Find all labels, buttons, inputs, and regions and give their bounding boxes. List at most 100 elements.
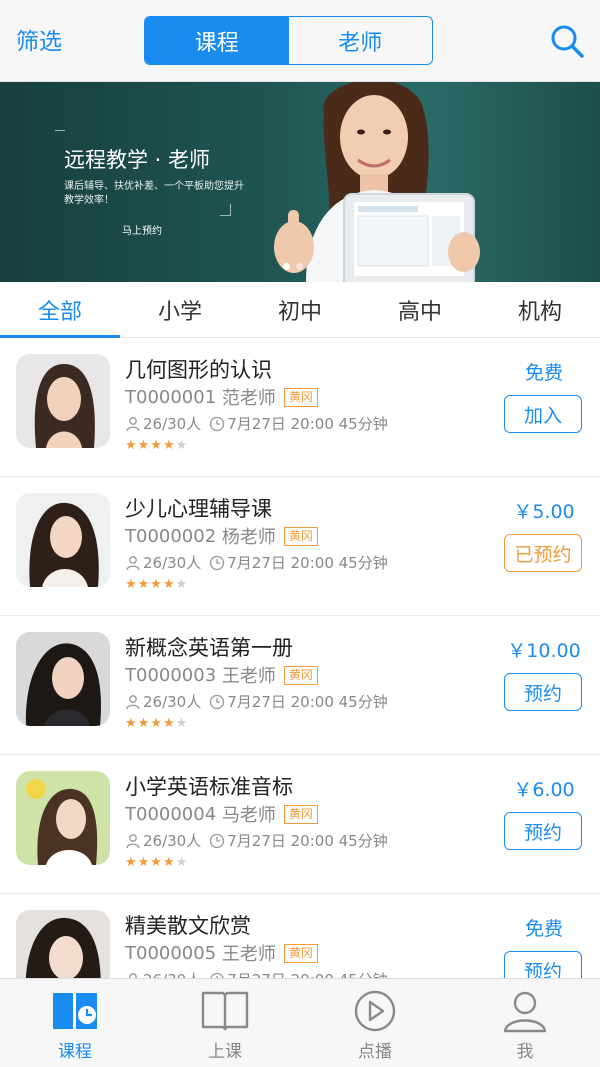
clock-icon <box>210 694 225 709</box>
list-item[interactable]: 少儿心理辅导课 T0000002 杨老师 黄冈 26/30人 7月27日 20:… <box>0 477 600 616</box>
course-code-line: T0000001 范老师 黄冈 <box>125 384 318 410</box>
course-meta: 26/30人 7月27日 20:00 45分钟 <box>125 413 388 434</box>
nav-vod[interactable]: 点播 <box>300 979 450 1067</box>
star-icon: ★ <box>175 716 189 731</box>
course-meta: 26/30人 7月27日 20:00 45分钟 <box>125 969 388 978</box>
star-icon: ★★★★ <box>125 438 176 453</box>
region-badge: 黄冈 <box>283 526 318 546</box>
course-code-line: T0000003 王老师 黄冈 <box>125 662 318 688</box>
user-icon <box>503 991 547 1033</box>
nav-me-label: 我 <box>516 1042 534 1062</box>
course-title: 小学英语标准音标 <box>125 775 293 799</box>
schedule: 7月27日 20:00 45分钟 <box>227 969 387 978</box>
course-meta: 26/30人 7月27日 20:00 45分钟 <box>125 552 388 573</box>
nav-class[interactable]: 上课 <box>150 979 300 1067</box>
bottom-tab-bar: 课程 上课 点播 我 <box>0 978 600 1067</box>
enrolled-count: 26/30人 <box>143 554 202 572</box>
course-code-line: T0000002 杨老师 黄冈 <box>125 523 318 549</box>
nav-course[interactable]: 课程 <box>0 979 150 1067</box>
person-icon <box>126 416 140 431</box>
star-icon: ★★★★ <box>125 577 176 592</box>
teacher-avatar <box>16 771 110 865</box>
tab-senior[interactable]: 高中 <box>360 282 480 337</box>
course-code: T0000005 <box>125 942 217 964</box>
play-circle-icon <box>354 990 396 1032</box>
region-badge: 黄冈 <box>283 804 318 824</box>
teacher-name: 王老师 <box>221 666 276 687</box>
course-price: 免费 <box>524 362 563 384</box>
rating-stars: ★★★★★ <box>125 716 188 731</box>
star-icon: ★★★★ <box>125 716 176 731</box>
star-icon: ★ <box>175 438 189 453</box>
tab-institution[interactable]: 机构 <box>480 282 600 337</box>
course-meta: 26/30人 7月27日 20:00 45分钟 <box>125 830 388 851</box>
list-item[interactable]: 几何图形的认识 T0000001 范老师 黄冈 26/30人 7月27日 20:… <box>0 338 600 477</box>
course-calendar-icon <box>53 993 97 1029</box>
course-code: T0000003 <box>125 664 217 686</box>
list-item[interactable]: 新概念英语第一册 T0000003 王老师 黄冈 26/30人 7月27日 20… <box>0 616 600 755</box>
banner-cta[interactable]: 马上预约 <box>122 222 162 237</box>
filter-button[interactable]: 筛选 <box>16 22 62 56</box>
book-button[interactable]: 预约 <box>504 951 582 978</box>
tab-junior[interactable]: 初中 <box>240 282 360 337</box>
banner-frame-corner <box>55 130 65 131</box>
course-title: 新概念英语第一册 <box>125 636 293 660</box>
star-icon: ★ <box>175 855 189 870</box>
clock-icon <box>210 555 225 570</box>
enrolled-count: 26/30人 <box>143 693 202 711</box>
teacher-avatar <box>16 493 110 587</box>
top-bar: 筛选 课程 老师 <box>0 0 600 82</box>
carousel-dot[interactable] <box>296 263 303 270</box>
banner-teacher-image <box>274 82 480 282</box>
search-icon[interactable] <box>548 22 586 60</box>
open-book-icon <box>201 991 249 1031</box>
segment-course[interactable]: 课程 <box>145 17 289 64</box>
schedule: 7月27日 20:00 45分钟 <box>227 554 388 572</box>
course-price: ￥6.00 <box>513 779 575 801</box>
teacher-avatar <box>16 354 110 448</box>
nav-me[interactable]: 我 <box>450 979 600 1067</box>
book-button[interactable]: 预约 <box>504 673 582 711</box>
person-icon <box>126 833 140 848</box>
course-title: 几何图形的认识 <box>125 358 272 382</box>
join-button[interactable]: 加入 <box>504 395 582 433</box>
nav-course-label: 课程 <box>58 1042 92 1062</box>
list-item[interactable]: 精美散文欣赏 T0000005 王老师 黄冈 26/30人 7月27日 20:0… <box>0 894 600 978</box>
person-icon <box>126 694 140 709</box>
booked-button[interactable]: 已预约 <box>504 534 582 572</box>
clock-icon <box>210 416 225 431</box>
course-code: T0000001 <box>125 386 217 408</box>
nav-vod-label: 点播 <box>358 1042 392 1062</box>
star-icon: ★ <box>175 577 189 592</box>
banner-title: 远程教学 · 老师 <box>64 148 211 172</box>
enrolled-count: 26/30人 <box>143 415 202 433</box>
tab-all[interactable]: 全部 <box>0 282 120 338</box>
course-title: 精美散文欣赏 <box>125 914 251 938</box>
teacher-avatar <box>16 632 110 726</box>
rating-stars: ★★★★★ <box>125 577 188 592</box>
region-badge: 黄冈 <box>283 665 318 685</box>
region-badge: 黄冈 <box>283 387 318 407</box>
teacher-name: 范老师 <box>221 388 276 409</box>
tab-primary[interactable]: 小学 <box>120 282 240 337</box>
list-item[interactable]: 小学英语标准音标 T0000004 马老师 黄冈 26/30人 7月27日 20… <box>0 755 600 894</box>
course-title: 少儿心理辅导课 <box>125 497 272 521</box>
star-icon: ★★★★ <box>125 855 176 870</box>
teacher-avatar <box>16 910 110 978</box>
banner-subtitle: 课后辅导、扶优补差、一个平板助您提升教学效率！ <box>64 181 244 206</box>
segment-teacher[interactable]: 老师 <box>289 17 433 64</box>
clock-icon <box>210 833 225 848</box>
book-button[interactable]: 预约 <box>504 812 582 850</box>
segment-control: 课程 老师 <box>144 16 433 65</box>
category-tabs: 全部 小学 初中 高中 机构 <box>0 282 600 338</box>
carousel-dot[interactable] <box>283 263 290 270</box>
carousel-dots <box>283 263 303 270</box>
course-list: 几何图形的认识 T0000001 范老师 黄冈 26/30人 7月27日 20:… <box>0 338 600 978</box>
schedule: 7月27日 20:00 45分钟 <box>227 693 388 711</box>
course-meta: 26/30人 7月27日 20:00 45分钟 <box>125 691 388 712</box>
course-price: 免费 <box>524 918 563 940</box>
course-price: ￥10.00 <box>507 640 581 662</box>
course-code-line: T0000005 王老师 黄冈 <box>125 940 318 966</box>
promo-banner[interactable]: 远程教学 · 老师 课后辅导、扶优补差、一个平板助您提升教学效率！ 马上预约 <box>0 82 600 282</box>
enrolled-count: 26/30人 <box>143 832 202 850</box>
